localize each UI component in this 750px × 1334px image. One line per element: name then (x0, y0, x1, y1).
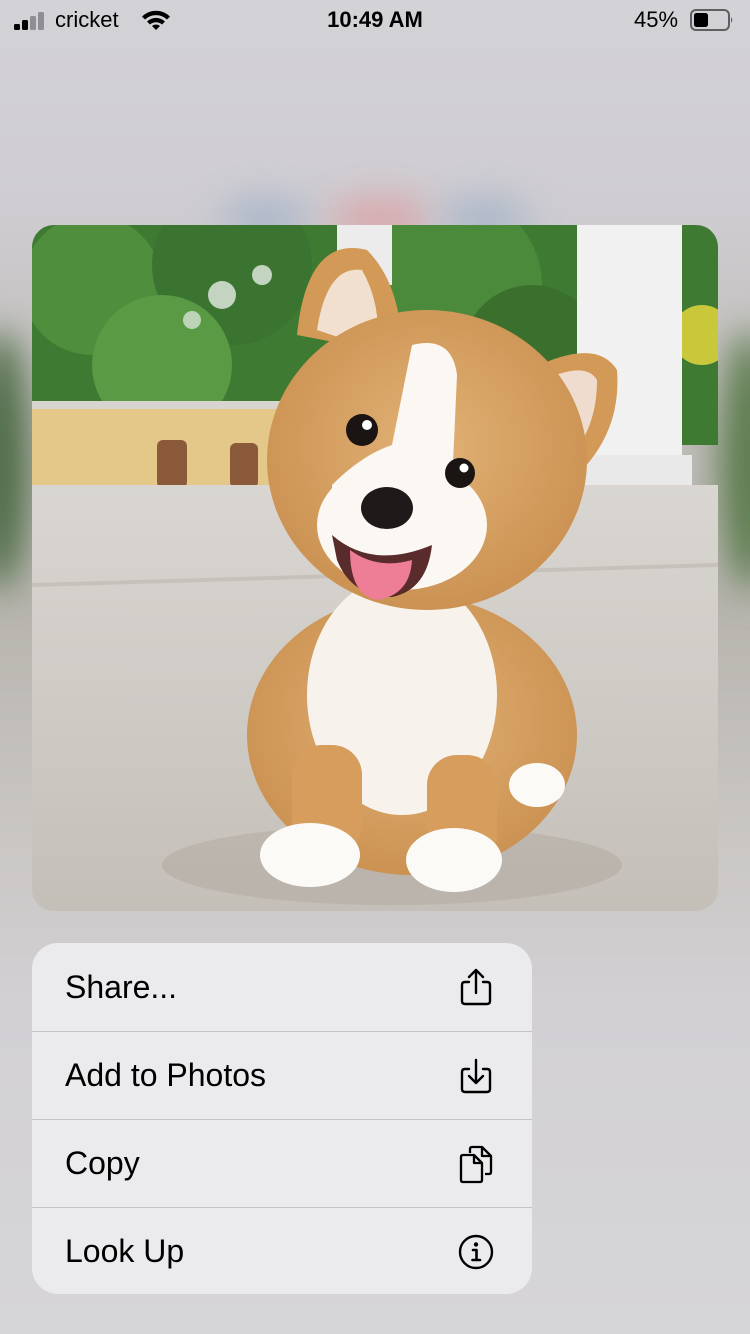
menu-item-copy[interactable]: Copy (32, 1119, 532, 1207)
backdrop-blur (0, 330, 30, 590)
status-bar: cricket 10:49 AM 45% (0, 0, 750, 40)
copy-icon (459, 1145, 493, 1184)
save-to-photos-icon (460, 1058, 492, 1094)
battery-percentage: 45% (634, 7, 679, 32)
share-icon (460, 968, 492, 1006)
photo-preview[interactable] (32, 225, 718, 911)
context-menu: Share... Add to Photos Copy Look Up (32, 943, 532, 1294)
backdrop-blur (720, 330, 750, 590)
menu-item-look-up[interactable]: Look Up (32, 1207, 532, 1294)
battery-icon (690, 9, 733, 31)
info-icon (458, 1234, 494, 1270)
corgi-puppy-image (32, 225, 718, 911)
menu-item-share[interactable]: Share... (32, 943, 532, 1031)
menu-item-add-to-photos[interactable]: Add to Photos (32, 1031, 532, 1119)
